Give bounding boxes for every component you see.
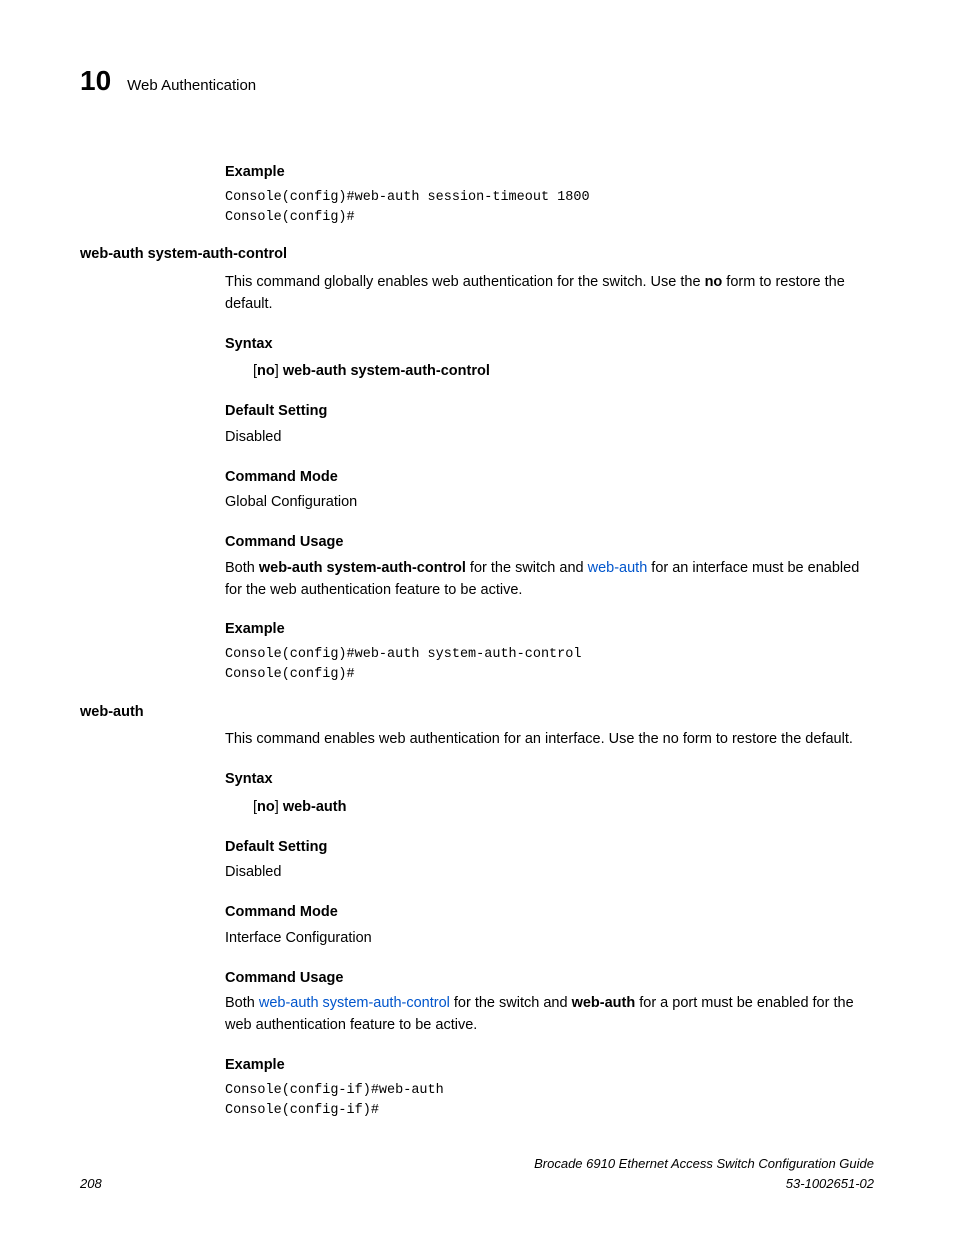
command-name-left: web-auth bbox=[80, 702, 874, 724]
bracket: ] bbox=[275, 799, 283, 815]
mode-value: Global Configuration bbox=[225, 492, 874, 514]
section-example-1: Example Console(config)#web-auth session… bbox=[225, 162, 874, 228]
command-description: This command enables web authentication … bbox=[225, 729, 874, 751]
bold-term: web-auth bbox=[572, 995, 636, 1011]
text: for the switch and bbox=[466, 560, 588, 576]
default-heading: Default Setting bbox=[225, 401, 874, 423]
mode-heading: Command Mode bbox=[225, 902, 874, 924]
syntax-heading: Syntax bbox=[225, 769, 874, 791]
link-web-auth-system[interactable]: web-auth system-auth-control bbox=[259, 995, 450, 1011]
keyword-no: no bbox=[705, 274, 723, 290]
header-title: Web Authentication bbox=[127, 75, 256, 98]
text: for the switch and bbox=[450, 995, 572, 1011]
syntax-command: web-auth system-auth-control bbox=[283, 363, 490, 379]
code-block: Console(config)#web-auth session-timeout… bbox=[225, 188, 874, 229]
mode-heading: Command Mode bbox=[225, 467, 874, 489]
text: Both bbox=[225, 560, 259, 576]
syntax-heading: Syntax bbox=[225, 334, 874, 356]
default-value: Disabled bbox=[225, 427, 874, 449]
command-2-body: This command enables web authentication … bbox=[225, 729, 874, 1121]
link-web-auth[interactable]: web-auth bbox=[588, 560, 648, 576]
page-header: 10 Web Authentication bbox=[80, 60, 874, 102]
example-heading: Example bbox=[225, 162, 874, 184]
command-description: This command globally enables web authen… bbox=[225, 272, 874, 316]
syntax-line: [no] web-auth system-auth-control bbox=[253, 361, 874, 383]
default-value: Disabled bbox=[225, 862, 874, 884]
code-block: Console(config)#web-auth system-auth-con… bbox=[225, 645, 874, 686]
bold-term: web-auth system-auth-control bbox=[259, 560, 466, 576]
syntax-line: [no] web-auth bbox=[253, 797, 874, 819]
command-name-left: web-auth system-auth-control bbox=[80, 244, 874, 266]
text: Both bbox=[225, 995, 259, 1011]
book-title: Brocade 6910 Ethernet Access Switch Conf… bbox=[534, 1154, 874, 1174]
chapter-number: 10 bbox=[80, 60, 111, 102]
command-1-body: This command globally enables web authen… bbox=[225, 272, 874, 686]
page-footer: 208 Brocade 6910 Ethernet Access Switch … bbox=[80, 1154, 874, 1193]
page-number: 208 bbox=[80, 1174, 102, 1194]
example-heading: Example bbox=[225, 1055, 874, 1077]
syntax-command: web-auth bbox=[283, 799, 347, 815]
bracket: ] bbox=[275, 363, 283, 379]
example-heading: Example bbox=[225, 619, 874, 641]
doc-number: 53-1002651-02 bbox=[534, 1174, 874, 1194]
usage-heading: Command Usage bbox=[225, 532, 874, 554]
code-block: Console(config-if)#web-auth Console(conf… bbox=[225, 1081, 874, 1122]
keyword-no: no bbox=[257, 363, 275, 379]
usage-text: Both web-auth system-auth-control for th… bbox=[225, 558, 874, 602]
footer-right: Brocade 6910 Ethernet Access Switch Conf… bbox=[534, 1154, 874, 1193]
keyword-no: no bbox=[257, 799, 275, 815]
desc-text: This command globally enables web authen… bbox=[225, 274, 705, 290]
usage-text: Both web-auth system-auth-control for th… bbox=[225, 993, 874, 1037]
default-heading: Default Setting bbox=[225, 837, 874, 859]
mode-value: Interface Configuration bbox=[225, 928, 874, 950]
usage-heading: Command Usage bbox=[225, 968, 874, 990]
